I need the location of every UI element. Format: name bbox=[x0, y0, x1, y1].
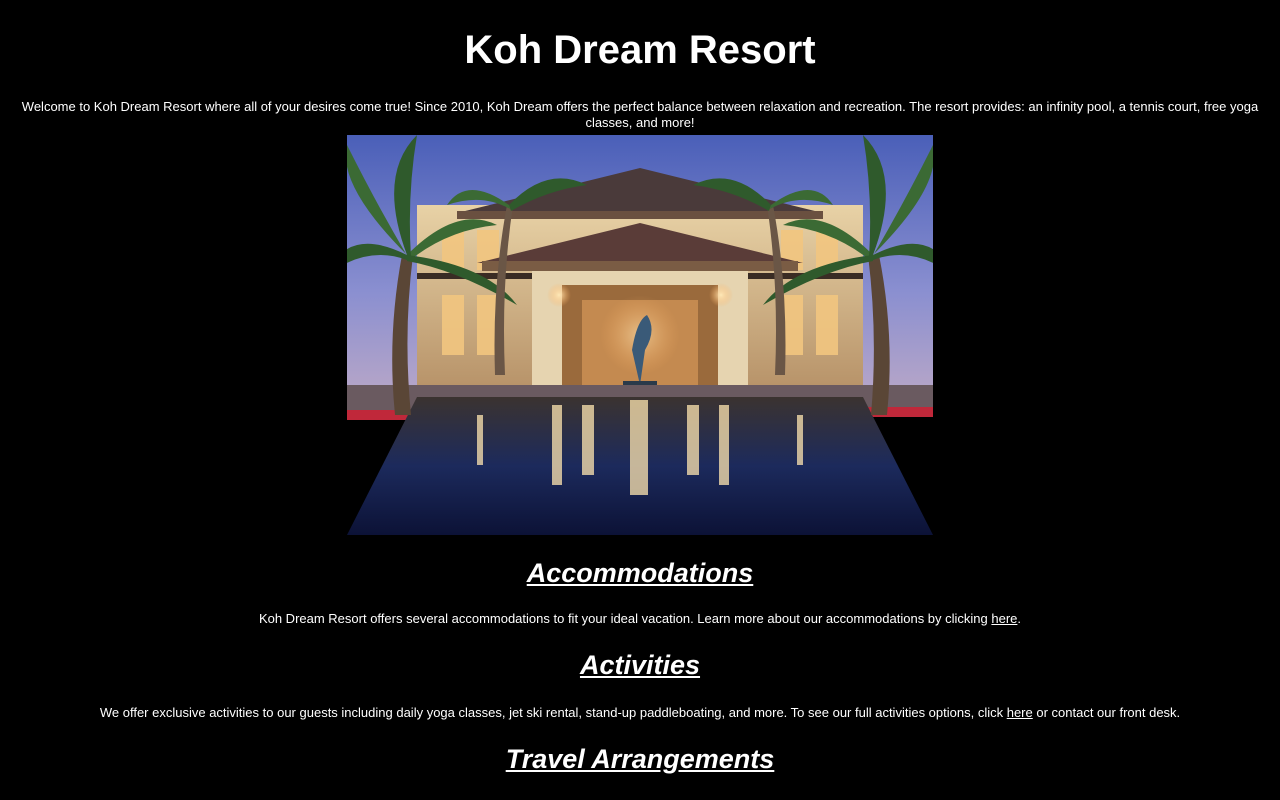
travel-heading: Travel Arrangements bbox=[505, 744, 775, 774]
intro-paragraph: Welcome to Koh Dream Resort where all of… bbox=[21, 99, 1259, 130]
page: Koh Dream Resort Welcome to Koh Dream Re… bbox=[0, 0, 1280, 800]
travel-section: Travel Arrangements bbox=[0, 743, 1280, 775]
accommodations-here-link[interactable]: here bbox=[991, 611, 1017, 626]
activities-here-link[interactable]: here bbox=[1007, 705, 1033, 720]
hero-image bbox=[347, 135, 933, 535]
activities-section: Activities We offer exclusive activities… bbox=[0, 649, 1280, 721]
page-title: Koh Dream Resort bbox=[464, 28, 816, 72]
accommodations-heading: Accommodations bbox=[526, 558, 754, 588]
accommodations-text: Koh Dream Resort offers several accommod… bbox=[0, 611, 1280, 627]
activities-text-before: We offer exclusive activities to our gue… bbox=[99, 705, 1007, 720]
activities-heading: Activities bbox=[579, 650, 701, 680]
activities-text-after: or contact our front desk. bbox=[1032, 705, 1181, 720]
accommodations-text-after: . bbox=[1017, 611, 1022, 626]
accommodations-text-before: Koh Dream Resort offers several accommod… bbox=[258, 611, 992, 626]
accommodations-section: Accommodations Koh Dream Resort offers s… bbox=[0, 557, 1280, 627]
activities-text: We offer exclusive activities to our gue… bbox=[0, 705, 1280, 721]
